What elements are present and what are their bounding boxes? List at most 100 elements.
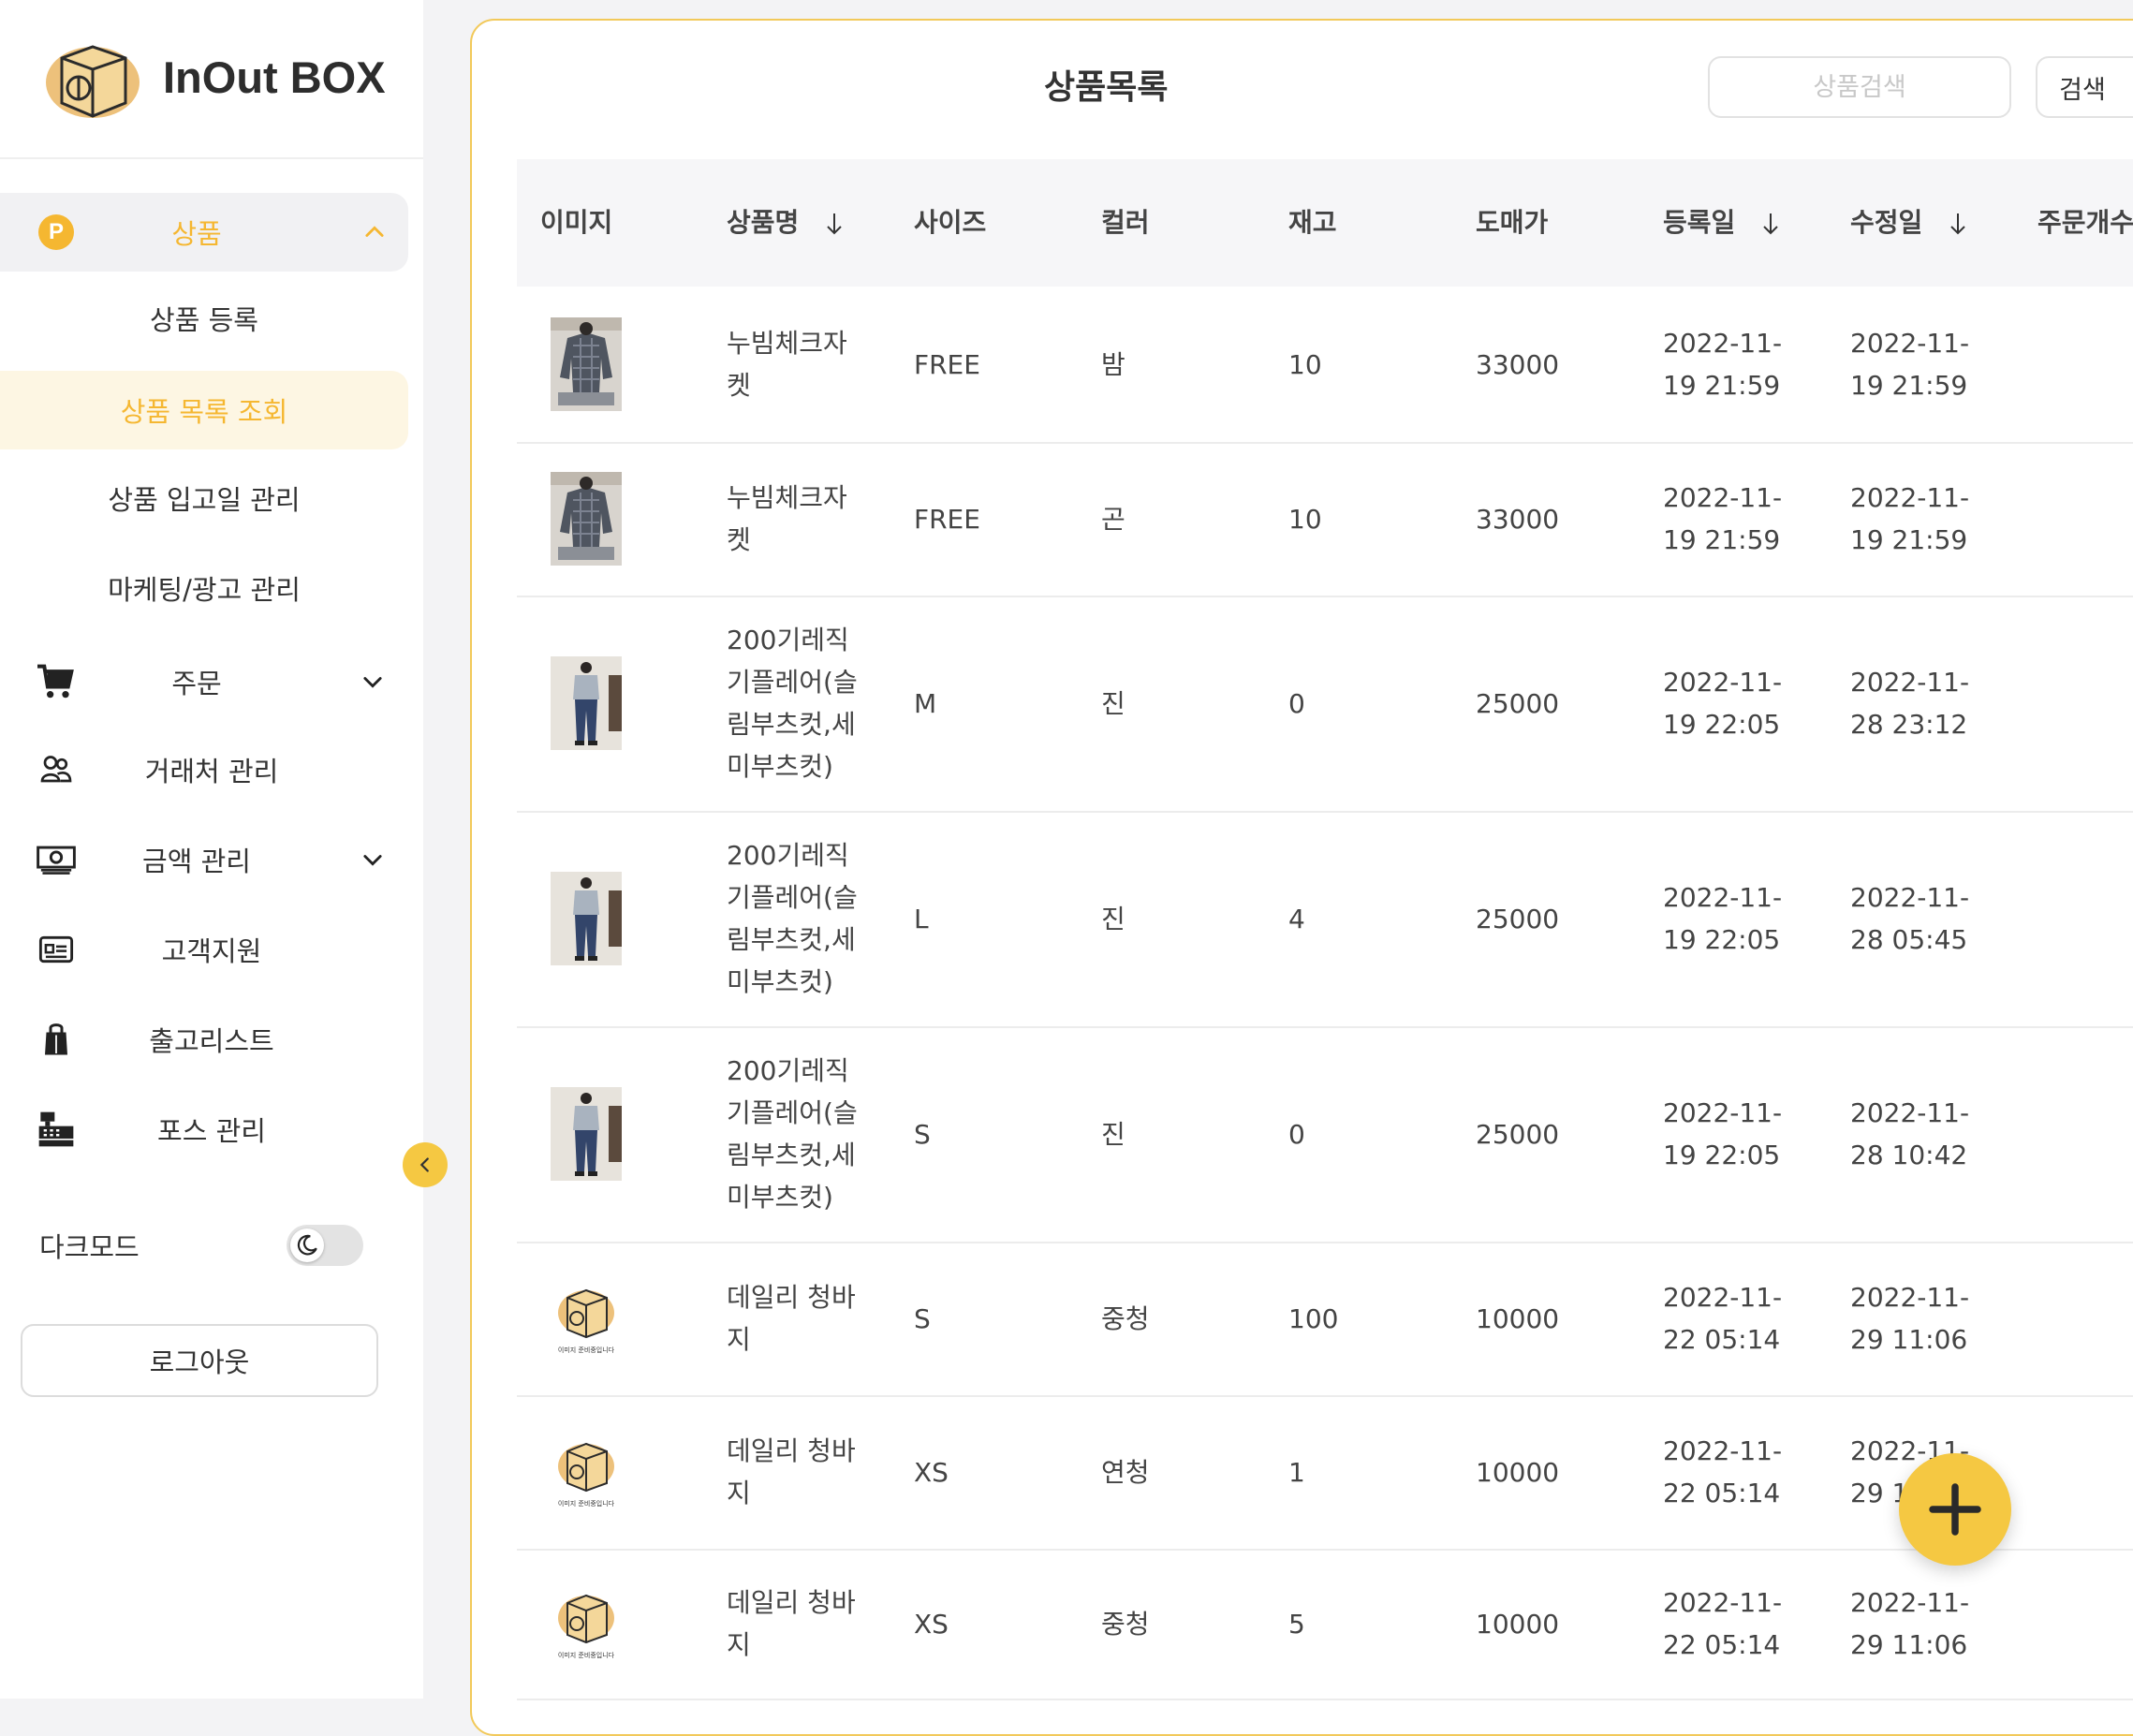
product-price: 25000 [1476, 898, 1559, 940]
product-name: 200기레직 기플레어(슬 림부츠컷,세 미부츠컷) [727, 834, 858, 1003]
sidebar-item-label: 금액 관리 [142, 846, 251, 877]
product-size: FREE [914, 498, 980, 540]
modified-date-line: 19 21:59 [1850, 370, 1968, 401]
table-row[interactable]: 이미지 준비중입니다 데일리 청바 지 XS 중청 5 10000 2022-11- 22 05… [517, 1549, 2133, 1700]
sort-arrow-icon[interactable] [1759, 211, 1782, 237]
product-size: M [914, 683, 936, 725]
product-name-line: 기플레어(슬 [727, 882, 858, 913]
product-price: 10000 [1476, 1298, 1559, 1340]
table-row[interactable]: 이미지 준비중입니다 데일리 청바 지 XS 연청 1 10000 2022-11- 22 05… [517, 1395, 2133, 1551]
sidebar-item-order[interactable]: 주문 [0, 642, 423, 721]
divider [0, 157, 423, 159]
brand[interactable]: InOut BOX [41, 21, 386, 133]
registered-date-line: 2022-11- [1663, 667, 1783, 698]
logout-button[interactable]: 로그아웃 [21, 1324, 378, 1397]
sidebar-item-amount[interactable]: 금액 관리 [0, 820, 423, 899]
box-logo-icon [46, 45, 140, 118]
product-thumbnail[interactable]: 이미지 준비중입니다 [551, 1272, 622, 1365]
product-stock: 0 [1288, 1113, 1305, 1155]
sort-arrow-icon[interactable] [823, 211, 846, 237]
sidebar-sub-product-register[interactable]: 상품 등록 [0, 279, 408, 358]
registered-date-line: 2022-11- [1663, 1097, 1783, 1128]
product-name: 200기레직 기플레어(슬 림부츠컷,세 미부츠컷) [727, 619, 858, 787]
product-thumbnail[interactable] [551, 872, 622, 965]
product-name-line: 미부츠컷) [727, 966, 833, 997]
table-row[interactable]: 200기레직 기플레어(슬 림부츠컷,세 미부츠컷) S 진 0 25000 2022-11- 1… [517, 1026, 2133, 1243]
product-name-line: 데일리 청바 [727, 1435, 856, 1466]
product-thumbnail[interactable] [551, 472, 622, 566]
sidebar-sub-marketing[interactable]: 마케팅/광고 관리 [0, 549, 408, 627]
product-color: 진 [1101, 683, 1125, 725]
sidebar-item-shipping[interactable]: 출고리스트 [0, 1000, 423, 1079]
product-name-line: 누빔체크자 [727, 328, 847, 359]
sidebar-item-support[interactable]: 고객지원 [0, 910, 423, 989]
table-row[interactable]: 누빔체크자 켓 FREE 곤 10 33000 2022-11- 19 21:59 2022-1… [517, 442, 2133, 597]
product-price-line: 10000 [1476, 1302, 1560, 1334]
modified-date-line: 2022-11- [1850, 328, 1970, 359]
product-name-line: 기플레어(슬 [727, 667, 858, 698]
product-thumbnail[interactable] [551, 317, 622, 411]
sidebar-item-product[interactable]: P 상품 [0, 193, 408, 272]
product-thumbnail[interactable]: 이미지 준비중입니다 [551, 1425, 622, 1519]
product-stock-line: 10 [1288, 348, 1322, 380]
registered-date: 2022-11- 19 22:05 [1663, 876, 1782, 961]
product-name-line: 림부츠컷,세 [727, 924, 856, 955]
product-price-line: 10000 [1476, 1456, 1560, 1488]
registered-date: 2022-11- 22 05:14 [1663, 1582, 1782, 1666]
search-input[interactable] [1708, 56, 2011, 118]
plus-icon [1929, 1483, 1981, 1536]
add-product-button[interactable] [1899, 1453, 2011, 1566]
modified-date-line: 28 10:42 [1850, 1140, 1968, 1170]
product-color: 진 [1101, 1113, 1125, 1155]
dark-mode-toggle[interactable] [287, 1225, 363, 1266]
collapse-sidebar-button[interactable] [403, 1142, 448, 1187]
product-price: 25000 [1476, 1113, 1559, 1155]
sidebar-item-pos[interactable]: 포스 관리 [0, 1090, 423, 1169]
sidebar-item-partner[interactable]: 거래처 관리 [0, 730, 423, 809]
product-color-line: 진 [1101, 903, 1125, 934]
product-stock: 10 [1288, 344, 1322, 386]
product-size: L [914, 898, 929, 940]
product-price-line: 33000 [1476, 503, 1560, 535]
product-thumbnail[interactable] [551, 656, 622, 750]
sidebar-item-label: 상품 [171, 218, 222, 250]
product-stock-line: 10 [1288, 503, 1322, 535]
product-price-line: 10000 [1476, 1608, 1560, 1640]
product-price-line: 25000 [1476, 903, 1560, 934]
modified-date-line: 2022-11- [1850, 1097, 1970, 1128]
modified-date-line: 19 21:59 [1850, 524, 1968, 555]
product-size-line: XS [914, 1456, 949, 1488]
col-mod-date[interactable]: 수정일 [1850, 202, 1969, 240]
col-order-count: 주문개수 [2037, 207, 2133, 238]
modified-date-line: 29 11:06 [1850, 1629, 1968, 1660]
col-name[interactable]: 상품명 [727, 202, 846, 240]
product-price: 33000 [1476, 498, 1559, 540]
table-row[interactable]: 200기레직 기플레어(슬 림부츠컷,세 미부츠컷) L 진 4 25000 2022-11- 1… [517, 811, 2133, 1028]
sort-arrow-icon[interactable] [1947, 211, 1969, 237]
modified-date-line: 28 05:45 [1850, 924, 1968, 955]
brand-name: InOut BOX [163, 51, 386, 102]
table-row[interactable]: 이미지 준비중입니다 데일리 청바 지 S 중청 100 10000 2022-11- 22 0… [517, 1242, 2133, 1397]
product-name-line: 켓 [727, 524, 751, 555]
modified-date-line: 29 11:06 [1850, 1324, 1968, 1355]
product-color-line: 진 [1101, 687, 1125, 719]
search-button[interactable]: 검색 [2036, 56, 2133, 118]
modified-date-line: 2022-11- [1850, 482, 1970, 513]
modified-date: 2022-11- 19 21:59 [1850, 322, 1969, 406]
col-reg-date[interactable]: 등록일 [1663, 202, 1782, 240]
registered-date-line: 19 22:05 [1663, 924, 1781, 955]
sidebar-sub-stock-date[interactable]: 상품 입고일 관리 [0, 459, 408, 537]
product-name-line: 림부츠컷,세 [727, 1140, 856, 1170]
product-thumbnail[interactable] [551, 1087, 622, 1181]
product-color-line: 중청 [1101, 1608, 1150, 1640]
product-size: S [914, 1113, 931, 1155]
table-row[interactable]: 200기레직 기플레어(슬 림부츠컷,세 미부츠컷) M 진 0 25000 2022-11- 1… [517, 596, 2133, 813]
sidebar-sub-product-list[interactable]: 상품 목록 조회 [0, 371, 408, 449]
product-stock-line: 0 [1288, 1118, 1305, 1150]
registered-date-line: 2022-11- [1663, 328, 1783, 359]
table-row[interactable]: 누빔체크자 켓 FREE 밤 10 33000 2022-11- 19 21:59 2022-1… [517, 287, 2133, 444]
product-stock-line: 5 [1288, 1608, 1305, 1640]
product-thumbnail[interactable]: 이미지 준비중입니다 [551, 1577, 622, 1670]
product-stock-line: 1 [1288, 1456, 1305, 1488]
registered-date-line: 2022-11- [1663, 482, 1783, 513]
